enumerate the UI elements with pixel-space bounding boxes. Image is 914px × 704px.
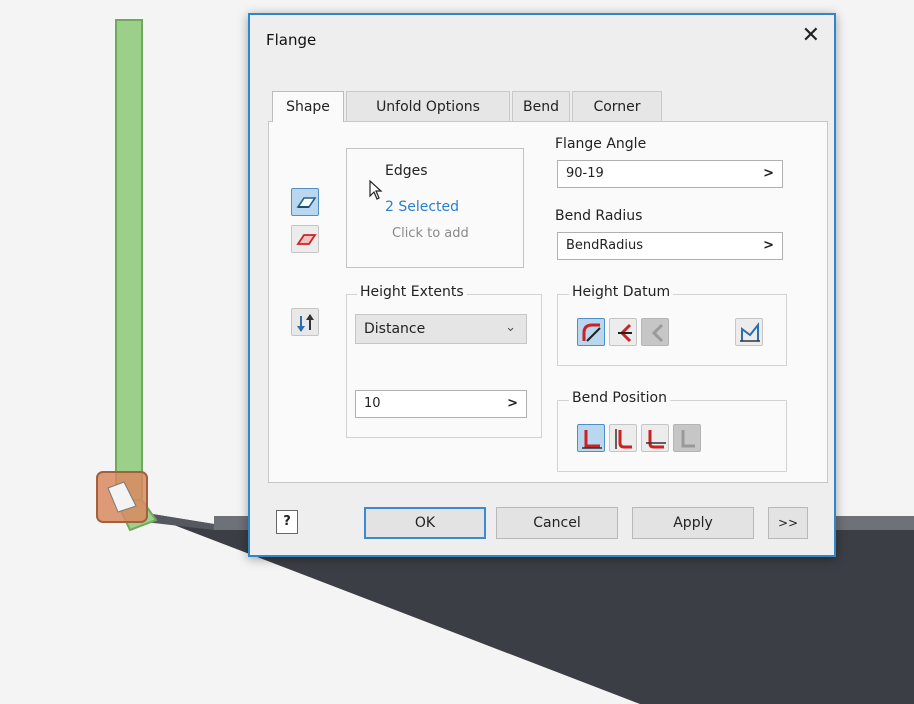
- tab-shape[interactable]: Shape: [272, 91, 344, 122]
- flange-angle-label: Flange Angle: [555, 136, 647, 152]
- apply-button[interactable]: Apply: [632, 507, 754, 539]
- outer-face-datum-icon[interactable]: [577, 318, 605, 346]
- close-icon[interactable]: ✕: [802, 25, 820, 47]
- more-options-button[interactable]: >>: [768, 507, 808, 539]
- outside-base-face-icon[interactable]: [641, 424, 669, 452]
- bend-radius-input[interactable]: BendRadius >: [557, 232, 783, 260]
- dialog-title: Flange: [266, 31, 317, 49]
- flange-angle-value: 90-19: [566, 166, 604, 181]
- tangent-datum-icon: [641, 318, 669, 346]
- edge-select-icon[interactable]: [291, 188, 319, 216]
- edges-title: Edges: [385, 163, 428, 179]
- flange-dialog: Flange ✕ Shape Unfold Options Bend Corne…: [248, 13, 836, 557]
- height-extents-type-value: Distance: [364, 321, 426, 337]
- chevron-down-icon: ⌄: [505, 320, 516, 335]
- flange-angle-chevron-icon[interactable]: >: [763, 161, 774, 187]
- inside-base-face-icon[interactable]: [577, 424, 605, 452]
- inner-face-datum-icon[interactable]: [609, 318, 637, 346]
- aligned-datum-icon[interactable]: [735, 318, 763, 346]
- help-button[interactable]: ?: [276, 510, 298, 534]
- bend-position-label: Bend Position: [569, 390, 670, 406]
- bend-from-face-icon[interactable]: [609, 424, 637, 452]
- tangent-to-face-icon: [673, 424, 701, 452]
- mouse-cursor-icon: [369, 180, 383, 200]
- flip-direction-icon[interactable]: [291, 308, 319, 336]
- shape-panel: Edges 2 Selected Click to add Flange Ang…: [268, 121, 828, 483]
- tab-bend[interactable]: Bend: [512, 91, 570, 121]
- tab-corner[interactable]: Corner: [572, 91, 662, 121]
- bend-radius-value: BendRadius: [566, 238, 643, 253]
- cancel-button[interactable]: Cancel: [496, 507, 618, 539]
- bend-radius-chevron-icon[interactable]: >: [763, 233, 774, 259]
- edges-selection-box[interactable]: Edges 2 Selected Click to add: [346, 148, 524, 268]
- flange-preview: [115, 19, 143, 501]
- flange-angle-input[interactable]: 90-19 >: [557, 160, 783, 188]
- height-datum-label: Height Datum: [569, 284, 674, 300]
- bend-radius-label: Bend Radius: [555, 208, 643, 224]
- height-extents-label: Height Extents: [357, 284, 467, 300]
- edges-hint: Click to add: [392, 226, 469, 241]
- loop-select-icon[interactable]: [291, 225, 319, 253]
- tab-unfold-options[interactable]: Unfold Options: [346, 91, 510, 121]
- edges-selected-count: 2 Selected: [385, 199, 460, 215]
- ok-button[interactable]: OK: [364, 507, 486, 539]
- height-extents-type-select[interactable]: Distance ⌄: [355, 314, 527, 344]
- height-distance-chevron-icon[interactable]: >: [507, 391, 518, 417]
- height-distance-input[interactable]: 10 >: [355, 390, 527, 418]
- height-distance-value: 10: [364, 396, 381, 411]
